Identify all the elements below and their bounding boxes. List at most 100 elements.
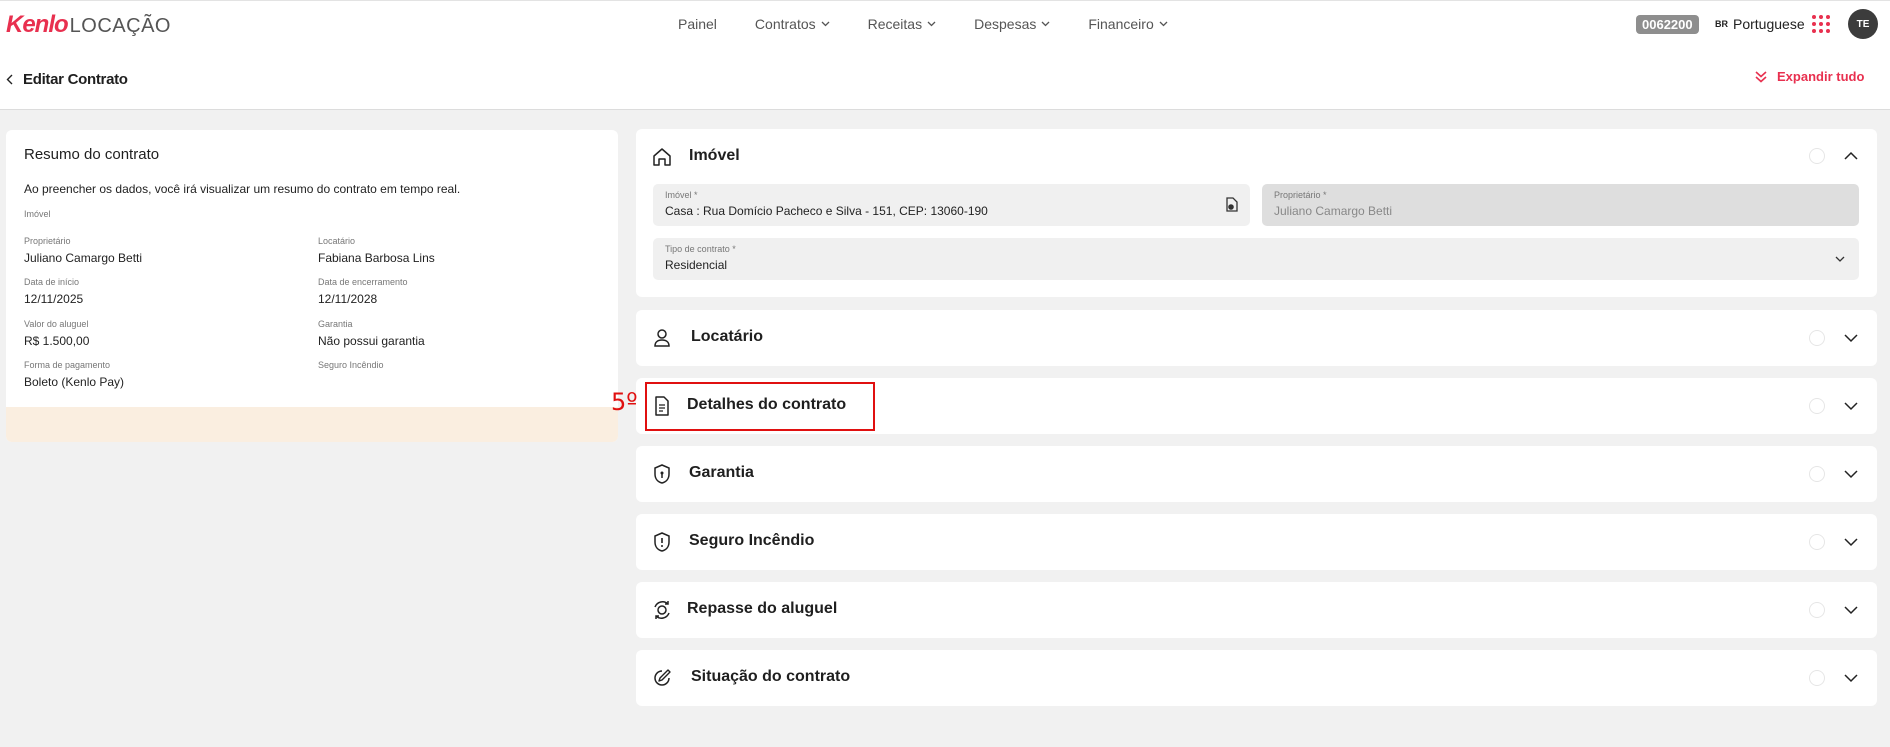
money-transfer-icon	[654, 601, 670, 619]
chevron-down-icon	[821, 21, 830, 27]
field-label: Proprietário *	[1274, 190, 1327, 200]
shield-alert-icon	[654, 532, 670, 552]
field-label: Data de início	[24, 277, 80, 287]
section-situacao-contrato[interactable]: Situação do contrato	[636, 650, 1877, 706]
language-label: Portuguese	[1733, 16, 1805, 32]
status-indicator	[1809, 398, 1825, 414]
flag-icon: BR	[1715, 19, 1728, 29]
summary-guarantee: Garantia Não possui garantia	[318, 319, 425, 348]
user-avatar[interactable]: TE	[1848, 9, 1878, 39]
logo-brand: Kenlo	[6, 11, 69, 38]
section-title: Seguro Incêndio	[689, 532, 815, 549]
nav-label: Financeiro	[1088, 16, 1154, 32]
account-code-badge: 0062200	[1636, 15, 1699, 34]
nav-financeiro[interactable]: Financeiro	[1088, 16, 1168, 32]
chevron-down-icon[interactable]	[1844, 402, 1858, 411]
chevron-down-icon[interactable]	[1844, 538, 1858, 547]
logo-product: LOCAÇÃO	[69, 15, 171, 37]
field-value: 12/11/2025	[24, 292, 84, 306]
main-nav: Painel Contratos Receitas Despesas Finan…	[678, 16, 1206, 32]
field-label: Valor do aluguel	[24, 319, 89, 329]
owner-field: Proprietário * Juliano Camargo Betti	[1262, 184, 1859, 226]
back-button[interactable]: Editar Contrato	[6, 71, 128, 88]
contract-type-select[interactable]: Tipo de contrato * Residencial	[653, 238, 1859, 280]
section-title: Situação do contrato	[691, 668, 851, 685]
section-repasse-aluguel[interactable]: Repasse do aluguel	[636, 582, 1877, 638]
summary-intro: Ao preencher os dados, você irá visualiz…	[24, 182, 461, 196]
apps-grid-icon[interactable]	[1812, 15, 1830, 33]
status-indicator	[1809, 602, 1825, 618]
chevron-down-icon	[1041, 21, 1050, 27]
page-title: Editar Contrato	[23, 71, 128, 88]
field-value: Casa : Rua Domício Pacheco e Silva - 151…	[665, 204, 988, 218]
section-garantia[interactable]: Garantia	[636, 446, 1877, 502]
home-icon	[653, 148, 671, 166]
chevron-down-icon	[1159, 21, 1168, 27]
summary-tenant: Locatário Fabiana Barbosa Lins	[318, 236, 435, 265]
status-indicator	[1809, 670, 1825, 686]
field-value: R$ 1.500,00	[24, 334, 90, 348]
field-value: Boleto (Kenlo Pay)	[24, 375, 125, 389]
user-icon	[654, 329, 670, 347]
summary-footer-band	[6, 407, 618, 442]
chevron-down-icon[interactable]	[1844, 334, 1858, 343]
nav-painel[interactable]: Painel	[678, 16, 717, 32]
status-indicator	[1809, 534, 1825, 550]
field-label: Seguro Incêndio	[318, 360, 384, 370]
field-label: Garantia	[318, 319, 353, 329]
contract-summary-panel: Resumo do contrato Ao preencher os dados…	[6, 130, 618, 442]
field-value: Fabiana Barbosa Lins	[318, 251, 435, 265]
page-header: Editar Contrato Expandir tudo	[0, 47, 1890, 110]
chevron-down-icon	[927, 21, 936, 27]
step-highlight-box	[645, 382, 875, 431]
language-selector[interactable]: BR Portuguese	[1715, 16, 1805, 32]
field-label: Proprietário	[24, 236, 71, 246]
chevron-left-icon	[6, 74, 13, 85]
chevron-down-icon[interactable]	[1844, 674, 1858, 683]
summary-end-date: Data de encerramento 12/11/2028	[318, 277, 408, 306]
summary-insurance: Seguro Incêndio	[318, 360, 384, 370]
field-label: Forma de pagamento	[24, 360, 111, 370]
nav-receitas[interactable]: Receitas	[868, 16, 936, 32]
field-label: Tipo de contrato *	[665, 244, 736, 254]
summary-payment: Forma de pagamento Boleto (Kenlo Pay)	[24, 360, 124, 389]
field-value: Residencial	[665, 258, 728, 272]
nav-label: Painel	[678, 16, 717, 32]
summary-start-date: Data de início 12/11/2025	[24, 277, 83, 306]
nav-label: Despesas	[974, 16, 1037, 32]
nav-despesas[interactable]: Despesas	[974, 16, 1050, 32]
field-label: Data de encerramento	[318, 277, 408, 287]
field-value: Não possui garantia	[318, 334, 425, 348]
property-field[interactable]: Imóvel * Casa : Rua Domício Pacheco e Si…	[653, 184, 1250, 226]
kenlo-logo[interactable]: Kenlo LOCAÇÃO	[6, 11, 171, 39]
summary-section-imovel: Imóvel	[24, 209, 51, 219]
field-value: 12/11/2028	[318, 292, 378, 306]
chevron-down-icon[interactable]	[1844, 606, 1858, 615]
field-label: Imóvel *	[665, 190, 698, 200]
chevron-down-icon[interactable]	[1844, 470, 1858, 479]
double-chevron-down-icon	[1755, 71, 1767, 83]
nav-label: Contratos	[754, 16, 816, 32]
chevron-down-icon	[1835, 256, 1845, 262]
status-indicator	[1809, 466, 1825, 482]
expand-all-label: Expandir tudo	[1777, 69, 1865, 84]
section-locatario[interactable]: Locatário	[636, 310, 1877, 366]
shield-icon	[654, 464, 670, 484]
section-title: Repasse do aluguel	[687, 600, 838, 617]
section-title: Garantia	[689, 464, 754, 481]
section-title: Locatário	[691, 328, 764, 345]
summary-owner: Proprietário Juliano Camargo Betti	[24, 236, 142, 265]
step-annotation-label: 5º	[611, 388, 638, 416]
status-indicator	[1809, 330, 1825, 346]
section-imovel: Imóvel Imóvel * Casa : Rua Domício Pache…	[636, 129, 1877, 297]
field-label: Locatário	[318, 236, 356, 246]
field-value: Juliano Camargo Betti	[24, 251, 143, 265]
status-indicator	[1809, 148, 1825, 164]
section-title[interactable]: Imóvel	[689, 147, 740, 165]
section-seguro-incendio[interactable]: Seguro Incêndio	[636, 514, 1877, 570]
expand-all-button[interactable]: Expandir tudo	[1754, 69, 1864, 84]
nav-contratos[interactable]: Contratos	[755, 16, 830, 32]
field-value: Juliano Camargo Betti	[1274, 204, 1393, 218]
property-search-icon[interactable]	[1225, 197, 1239, 213]
chevron-up-icon[interactable]	[1844, 151, 1858, 160]
